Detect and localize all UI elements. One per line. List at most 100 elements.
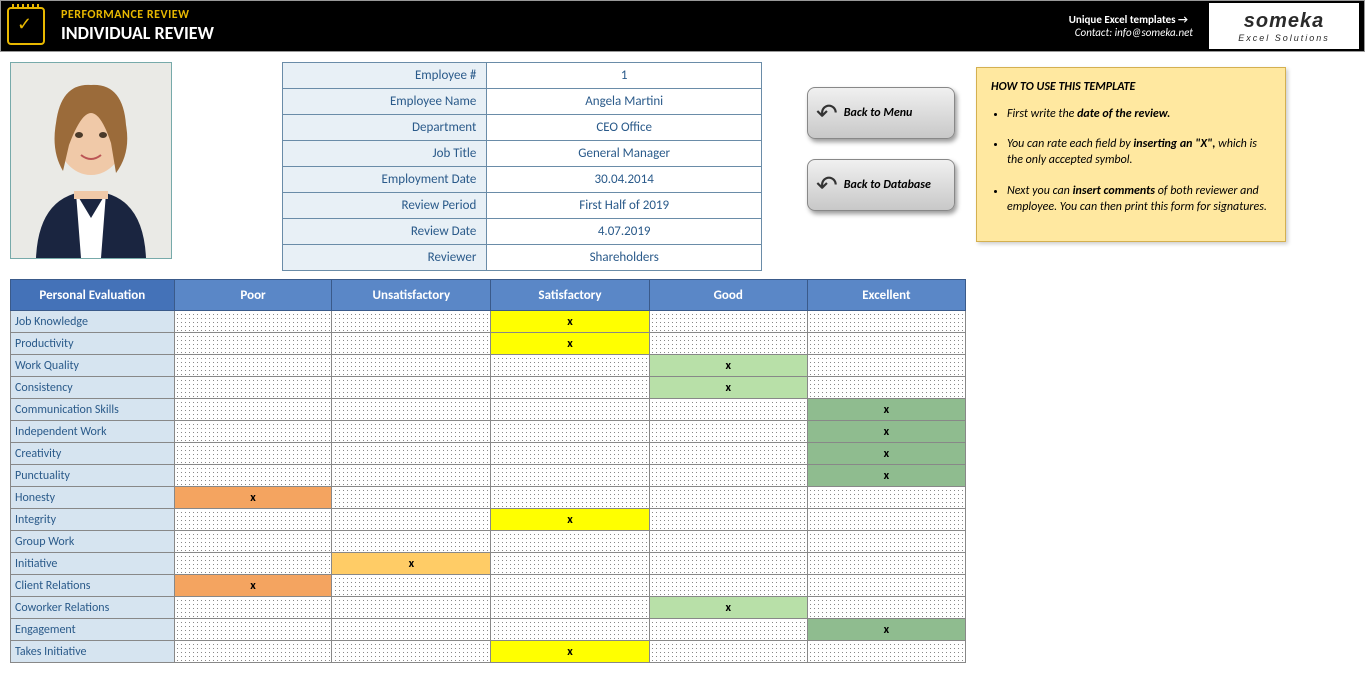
rating-cell[interactable] xyxy=(807,509,965,531)
rating-cell[interactable] xyxy=(649,553,807,575)
rating-cell[interactable] xyxy=(332,509,491,531)
rating-cell[interactable] xyxy=(174,553,332,575)
rating-cell[interactable]: x xyxy=(491,333,650,355)
rating-cell[interactable] xyxy=(174,399,332,421)
rating-cell[interactable]: x xyxy=(649,377,807,399)
rating-cell[interactable] xyxy=(807,597,965,619)
criterion-label: Punctuality xyxy=(11,465,175,487)
info-value[interactable]: 30.04.2014 xyxy=(487,167,762,193)
rating-cell[interactable] xyxy=(807,531,965,553)
back-to-menu-button[interactable]: ↶Back to Menu xyxy=(807,87,955,139)
rating-cell[interactable] xyxy=(332,531,491,553)
rating-cell[interactable] xyxy=(807,311,965,333)
rating-cell[interactable]: x xyxy=(332,553,491,575)
info-label: Employee # xyxy=(283,63,487,89)
rating-cell[interactable] xyxy=(807,355,965,377)
table-row: Coworker Relationsx xyxy=(11,597,966,619)
criterion-label: Client Relations xyxy=(11,575,175,597)
rating-cell[interactable]: x xyxy=(649,355,807,377)
rating-cell[interactable]: x xyxy=(807,443,965,465)
templates-link[interactable]: Unique Excel templates → xyxy=(1069,13,1188,26)
rating-cell[interactable] xyxy=(332,641,491,663)
rating-cell[interactable] xyxy=(491,377,650,399)
back-to-database-button[interactable]: ↶Back to Database xyxy=(807,159,955,211)
rating-cell[interactable] xyxy=(174,531,332,553)
rating-cell[interactable] xyxy=(649,421,807,443)
rating-cell[interactable] xyxy=(491,421,650,443)
rating-cell[interactable] xyxy=(491,597,650,619)
rating-cell[interactable]: x xyxy=(491,641,650,663)
rating-cell[interactable] xyxy=(491,487,650,509)
criterion-label: Communication Skills xyxy=(11,399,175,421)
rating-cell[interactable] xyxy=(807,487,965,509)
rating-cell[interactable]: x xyxy=(174,487,332,509)
info-value[interactable]: 1 xyxy=(487,63,762,89)
rating-cell[interactable] xyxy=(807,377,965,399)
rating-cell[interactable] xyxy=(807,553,965,575)
rating-cell[interactable] xyxy=(332,311,491,333)
rating-cell[interactable] xyxy=(649,619,807,641)
rating-cell[interactable] xyxy=(491,553,650,575)
info-value[interactable]: Angela Martini xyxy=(487,89,762,115)
rating-cell[interactable] xyxy=(174,443,332,465)
rating-cell[interactable]: x xyxy=(491,509,650,531)
info-value[interactable]: Shareholders xyxy=(487,245,762,271)
rating-cell[interactable] xyxy=(649,509,807,531)
rating-cell[interactable] xyxy=(649,443,807,465)
rating-cell[interactable] xyxy=(807,333,965,355)
rating-cell[interactable] xyxy=(491,443,650,465)
rating-cell[interactable]: x xyxy=(649,597,807,619)
rating-cell[interactable] xyxy=(332,443,491,465)
rating-cell[interactable]: x xyxy=(807,465,965,487)
rating-cell[interactable] xyxy=(332,575,491,597)
rating-cell[interactable] xyxy=(491,619,650,641)
rating-cell[interactable] xyxy=(807,575,965,597)
rating-cell[interactable]: x xyxy=(174,575,332,597)
rating-cell[interactable] xyxy=(491,575,650,597)
info-value[interactable]: First Half of 2019 xyxy=(487,193,762,219)
rating-cell[interactable] xyxy=(332,619,491,641)
rating-cell[interactable] xyxy=(332,377,491,399)
rating-cell[interactable] xyxy=(174,377,332,399)
rating-cell[interactable] xyxy=(332,355,491,377)
rating-cell[interactable] xyxy=(649,575,807,597)
rating-cell[interactable] xyxy=(491,399,650,421)
rating-cell[interactable] xyxy=(174,641,332,663)
rating-cell[interactable] xyxy=(491,355,650,377)
rating-cell[interactable] xyxy=(174,509,332,531)
rating-cell[interactable] xyxy=(332,597,491,619)
rating-cell[interactable] xyxy=(649,333,807,355)
rating-cell[interactable] xyxy=(174,311,332,333)
rating-cell[interactable]: x xyxy=(807,421,965,443)
rating-cell[interactable] xyxy=(174,333,332,355)
rating-cell[interactable] xyxy=(649,465,807,487)
rating-cell[interactable] xyxy=(332,487,491,509)
rating-cell[interactable] xyxy=(649,531,807,553)
info-label: Employee Name xyxy=(283,89,487,115)
rating-cell[interactable] xyxy=(332,465,491,487)
rating-cell[interactable] xyxy=(649,311,807,333)
rating-cell[interactable] xyxy=(332,399,491,421)
eval-header: Personal Evaluation xyxy=(11,280,175,311)
rating-cell[interactable] xyxy=(491,531,650,553)
rating-cell[interactable] xyxy=(174,421,332,443)
info-value[interactable]: General Manager xyxy=(487,141,762,167)
rating-cell[interactable] xyxy=(807,641,965,663)
rating-cell[interactable] xyxy=(491,465,650,487)
rating-cell[interactable] xyxy=(332,333,491,355)
rating-cell[interactable]: x xyxy=(807,619,965,641)
rating-cell[interactable] xyxy=(649,487,807,509)
rating-cell[interactable] xyxy=(174,465,332,487)
back-arrow-icon: ↶ xyxy=(816,169,838,201)
rating-cell[interactable] xyxy=(332,421,491,443)
rating-cell[interactable] xyxy=(649,399,807,421)
rating-cell[interactable] xyxy=(174,355,332,377)
rating-cell[interactable]: x xyxy=(807,399,965,421)
info-value[interactable]: 4.07.2019 xyxy=(487,219,762,245)
rating-cell[interactable] xyxy=(649,641,807,663)
rating-cell[interactable]: x xyxy=(491,311,650,333)
rating-cell[interactable] xyxy=(174,597,332,619)
brand-logo[interactable]: someka Excel Solutions xyxy=(1209,3,1359,49)
info-value[interactable]: CEO Office xyxy=(487,115,762,141)
rating-cell[interactable] xyxy=(174,619,332,641)
